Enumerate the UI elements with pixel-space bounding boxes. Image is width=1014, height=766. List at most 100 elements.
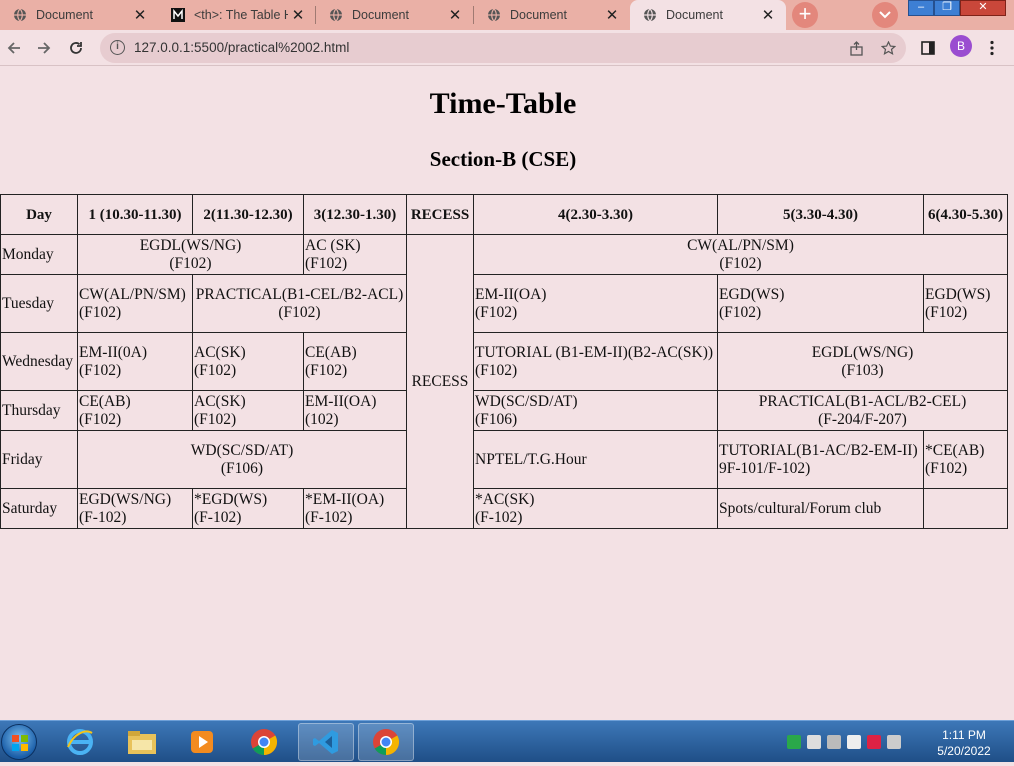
taskbar-chrome[interactable] <box>236 723 292 761</box>
subject: AC(SK) <box>194 343 246 361</box>
taskbar-file-explorer[interactable] <box>114 723 170 761</box>
share-icon[interactable] <box>848 40 864 56</box>
subject: EM-II(OA) <box>475 285 547 303</box>
browser-toolbar: i 127.0.0.1:5500/practical%2002.html <box>0 30 1014 66</box>
room: (F-102) <box>305 508 353 526</box>
class-cell: CW(AL/PN/SM) (F102) <box>473 234 1008 275</box>
room: (F-102) <box>194 508 242 526</box>
address-bar[interactable]: i 127.0.0.1:5500/practical%2002.html <box>100 33 906 63</box>
menu-button[interactable] <box>980 36 1004 60</box>
class-cell: PRACTICAL(B1-ACL/B2-CEL) (F-204/F-207) <box>717 390 1008 431</box>
tab-document-3[interactable]: Document ✕ <box>474 0 630 30</box>
recess-cell: RECESS <box>406 234 474 529</box>
close-icon[interactable]: ✕ <box>602 6 622 24</box>
clock-time: 1:11 PM <box>942 728 986 742</box>
table-row-saturday: Saturday EGD(WS/NG) (F-102) *EGD(WS) (F-… <box>0 488 1008 529</box>
minimize-button[interactable]: ‒ <box>908 0 934 16</box>
room: (F102) <box>475 361 518 379</box>
class-cell: EM-II(OA) (F102) <box>473 274 718 333</box>
class-cell: NPTEL/T.G.Hour <box>473 430 718 489</box>
mdn-icon <box>170 7 186 23</box>
day-cell: Wednesday <box>0 332 78 391</box>
table-row-friday: Friday WD(SC/SD/AT) (F106) NPTEL/T.G.Hou… <box>0 430 1008 489</box>
tab-document-active[interactable]: Document ✕ <box>630 0 786 30</box>
network-icon[interactable] <box>827 735 841 749</box>
day-cell: Thursday <box>0 390 78 431</box>
subject: CW(AL/PN/SM) <box>79 285 186 303</box>
flag-icon[interactable] <box>847 735 861 749</box>
close-window-button[interactable]: ✕ <box>960 0 1006 16</box>
header-cell: 6(4.30-5.30) <box>923 194 1008 235</box>
subject: EGD(WS) <box>925 285 991 303</box>
subject: TUTORIAL(B1-AC/B2-EM-II) <box>719 441 918 459</box>
windows-taskbar: 1:11 PM 5/20/2022 <box>0 720 1014 762</box>
chrome-icon <box>251 729 278 756</box>
info-icon[interactable]: i <box>110 40 125 55</box>
taskbar-clock[interactable]: 1:11 PM 5/20/2022 <box>926 727 1002 759</box>
media-player-icon <box>191 731 213 753</box>
room: (F102) <box>719 254 762 272</box>
mute-icon[interactable] <box>867 735 881 749</box>
subject: EM-II(0A) <box>79 343 148 361</box>
room: (F102) <box>169 254 212 272</box>
taskbar-vscode[interactable] <box>298 723 354 761</box>
subject: EGDL(WS/NG) <box>811 343 914 361</box>
file-explorer-icon <box>128 731 156 754</box>
room: (F102) <box>194 410 237 428</box>
room: (F102) <box>79 410 122 428</box>
room: (F-204/F-207) <box>818 410 907 428</box>
window-controls: ‒ ❐ ✕ <box>908 0 1006 16</box>
forward-button[interactable] <box>32 36 56 60</box>
more-vert-icon <box>990 40 994 56</box>
maximize-button[interactable]: ❐ <box>934 0 960 16</box>
back-button[interactable] <box>2 36 26 60</box>
app-tray-icon[interactable] <box>787 735 801 749</box>
class-cell: *EGD(WS) (F-102) <box>192 488 304 529</box>
page-title: Time-Table <box>429 87 577 120</box>
close-icon[interactable]: ✕ <box>288 6 308 24</box>
close-icon[interactable]: ✕ <box>445 6 465 24</box>
profile-avatar[interactable]: B <box>950 35 972 57</box>
side-panel-button[interactable] <box>916 36 940 60</box>
table-row-wednesday: Wednesday EM-II(0A) (F102) AC(SK) (F102)… <box>0 332 1008 391</box>
page-content: Time-Table Section-B (CSE) Day 1 (10.30-… <box>0 67 1014 720</box>
new-tab-button[interactable]: + <box>792 2 818 28</box>
globe-icon <box>12 7 28 23</box>
class-cell: EGDL(WS/NG) (F103) <box>717 332 1008 391</box>
table-row-tuesday: Tuesday CW(AL/PN/SM) (F102) PRACTICAL(B1… <box>0 274 1008 333</box>
room: (F106) <box>475 410 518 428</box>
volume-icon[interactable] <box>807 735 821 749</box>
tab-document-2[interactable]: Document ✕ <box>316 0 473 30</box>
taskbar-media-player[interactable] <box>174 723 230 761</box>
monitor-icon[interactable] <box>887 735 901 749</box>
reload-button[interactable] <box>64 36 88 60</box>
subject: AC(SK) <box>194 392 246 410</box>
day-cell: Saturday <box>0 488 78 529</box>
arrow-left-icon <box>7 42 20 54</box>
table-row-thursday: Thursday CE(AB) (F102) AC(SK) (F102) EM-… <box>0 390 1008 431</box>
header-cell: 1 (10.30-11.30) <box>77 194 193 235</box>
header-cell: 3(12.30-1.30) <box>303 194 407 235</box>
close-icon[interactable]: ✕ <box>130 6 150 24</box>
close-icon[interactable]: ✕ <box>758 6 778 24</box>
taskbar-chrome-active[interactable] <box>358 723 414 761</box>
tab-document-1[interactable]: Document ✕ <box>0 0 158 30</box>
class-cell: EGD(WS/NG) (F-102) <box>77 488 193 529</box>
start-button[interactable] <box>1 724 37 760</box>
room: (F102) <box>278 303 321 321</box>
taskbar-internet-explorer[interactable] <box>52 723 108 761</box>
class-cell: *CE(AB) (F102) <box>923 430 1008 489</box>
tab-mdn-th[interactable]: <th>: The Table H ✕ <box>158 0 316 30</box>
class-cell: EGD(WS) (F102) <box>923 274 1008 333</box>
tab-search-button[interactable] <box>872 2 898 28</box>
class-cell: AC(SK) (F102) <box>192 332 304 391</box>
url-text[interactable]: 127.0.0.1:5500/practical%2002.html <box>134 40 349 55</box>
bookmark-star-icon[interactable] <box>880 40 896 56</box>
section-heading: Section-B (CSE) <box>429 147 577 171</box>
class-cell: CE(AB) (F102) <box>303 332 407 391</box>
vscode-icon <box>313 730 338 754</box>
empty-cell <box>923 488 1008 529</box>
windows-logo-icon <box>12 735 28 751</box>
day-cell: Friday <box>0 430 78 489</box>
subject: PRACTICAL(B1-CEL/B2-ACL) <box>195 285 404 303</box>
